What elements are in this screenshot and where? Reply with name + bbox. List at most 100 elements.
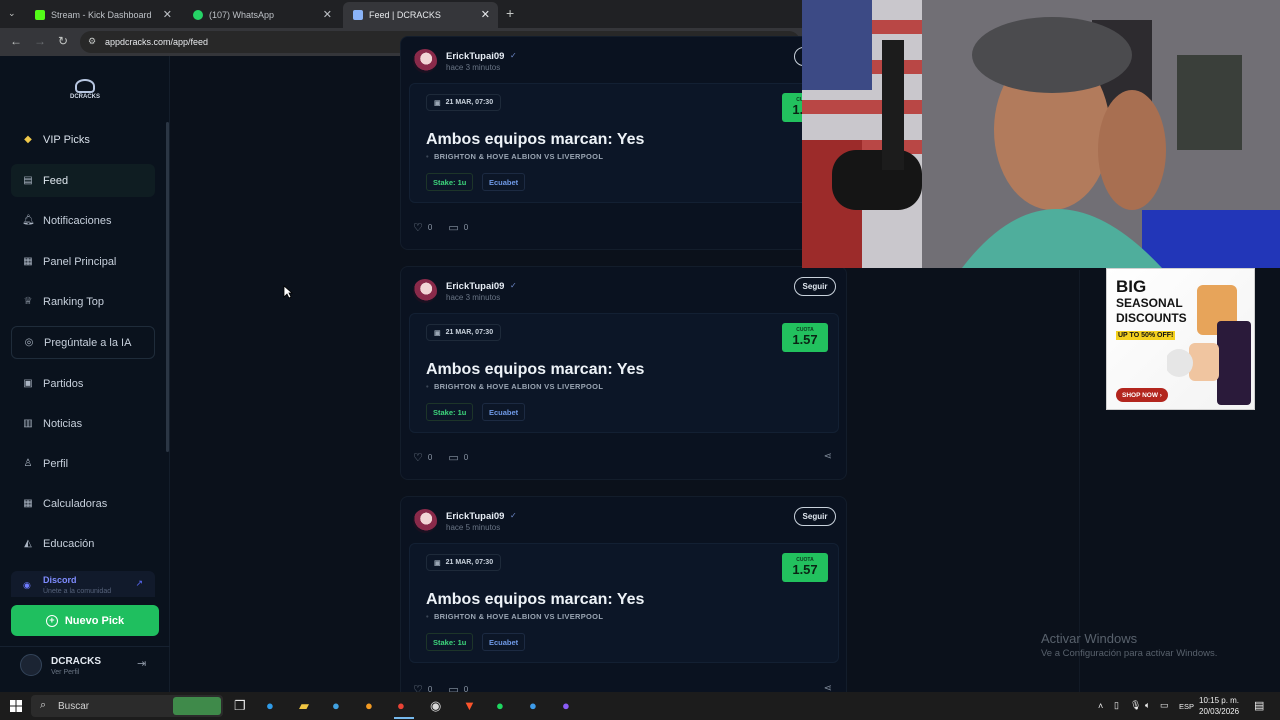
windows-activation-subtitle: Ve a Configuración para activar Windows. [1041,648,1218,659]
ad-banner[interactable]: BIG SEASONAL DISCOUNTS UP TO 50% OFF! SH… [1106,268,1255,410]
network-icon[interactable]: ▭ [1160,700,1169,711]
logout-icon[interactable]: ⇥ [137,657,146,670]
clock[interactable]: 10:15 p. m. 20/03/2026 [1199,695,1239,717]
microphone-icon[interactable]: 🎙︎ [1130,700,1141,711]
chrome-icon[interactable]: ● [397,698,405,713]
feed-post: ErickTupai09 ✓ hace 5 minutos Seguir ▣ 21… [400,496,847,692]
post-author[interactable]: ErickTupai09 [446,281,504,292]
pick-card[interactable]: ▣21 MAR, 07:30 CUOTA1.57 Ambos equipos m… [409,313,839,433]
sidebar-item-perfil[interactable]: ♙ Perfil [11,447,155,480]
language-indicator[interactable]: ESP [1179,702,1194,711]
file-explorer-icon[interactable]: ▰ [299,698,309,714]
view-profile-link[interactable]: Ver Perfil [51,669,79,676]
new-tab-icon[interactable]: + [506,5,514,21]
edge-icon[interactable]: ● [266,698,274,713]
telegram-icon[interactable]: ● [529,698,537,713]
chevron-up-icon[interactable]: ˄ [1098,701,1103,711]
discord-link[interactable]: ◉ Discord Únete a la comunidad ↗ [11,571,155,597]
shop-now-button[interactable]: SHOP NOW › [1116,388,1168,402]
shop-now-label: SHOP NOW [1122,391,1158,399]
trophy-icon: ♕ [23,296,33,307]
avatar[interactable] [413,509,437,533]
logo-text: DCRACKS [70,93,100,100]
avatar[interactable] [413,49,437,73]
odds-badge: CUOTA1.57 [782,553,828,582]
kick-icon [35,10,45,20]
site-info-icon[interactable]: ⚙ [88,36,96,47]
pick-card[interactable]: ▣21 MAR, 07:30 CUOTA1.57 Ambos equipos m… [409,543,839,663]
comment-icon[interactable]: ▭ [448,451,458,464]
tab-whatsapp[interactable]: (107) WhatsApp ✕ [183,2,340,28]
spotify-icon[interactable]: ● [496,698,504,713]
user-icon: ♙ [23,458,33,469]
user-name: DCRACKS [51,656,101,667]
follow-button[interactable]: Seguir [794,507,836,526]
firefox-icon[interactable]: ● [365,698,373,713]
follow-button[interactable]: Seguir [794,277,836,296]
sidebar-item-educacion[interactable]: ◭ Educación [11,527,155,560]
brave-icon[interactable]: ▼ [463,698,476,713]
post-author[interactable]: ErickTupai09 [446,51,504,62]
sidebar-item-noticias[interactable]: ▥ Noticias [11,407,155,440]
close-icon[interactable]: ✕ [481,8,490,21]
sidebar-item-panel-principal[interactable]: ▦ Panel Principal [11,245,155,278]
webcam-overlay [802,0,1280,268]
avatar[interactable] [413,279,437,303]
tab-kick[interactable]: Stream - Kick Dashboard ✕ [25,2,180,28]
pick-card[interactable]: ▣21 MAR, 07:30 CUOTA1.57 Ambos equipos m… [409,83,839,203]
date-text: 21 MAR, 07:30 [445,559,494,566]
tab-feed[interactable]: Feed | DCRACKS ✕ [343,2,498,28]
sidebar-item-label: Partidos [43,377,84,390]
new-pick-button[interactable]: + Nuevo Pick [11,605,159,636]
back-icon[interactable]: ← [10,34,22,48]
clock-time: 10:15 p. m. [1199,696,1240,705]
sidebar-item-label: Educación [43,537,95,550]
heart-icon[interactable]: ♡ [413,221,423,234]
discord-taskbar-icon[interactable]: ● [562,698,570,713]
heart-icon[interactable]: ♡ [413,451,423,464]
sidebar-item-ranking-top[interactable]: ♕ Ranking Top [11,285,155,318]
sidebar-item-feed[interactable]: ▤ Feed [11,164,155,197]
forward-icon[interactable]: → [34,34,46,48]
feed-post: ErickTupai09 ✓ hace 3 minutos Seguir ▣ 21… [400,266,847,480]
avatar[interactable] [20,654,42,676]
sidebar-scrollbar[interactable] [166,122,169,452]
sidebar-item-partidos[interactable]: ▣ Partidos [11,367,155,400]
share-icon[interactable]: ⋖ [824,451,832,462]
sidebar-item-notificaciones[interactable]: 🔔︎ Notificaciones [11,204,155,237]
sidebar-item-label: Panel Principal [43,255,117,268]
battery-icon[interactable]: ▯ [1114,700,1119,711]
plus-icon: + [45,614,58,627]
ad-line: BIG [1116,277,1147,296]
date-text: 21 MAR, 07:30 [445,99,494,106]
bookmaker-badge: Ecuabet [482,633,526,651]
windows-start-icon[interactable] [10,700,22,712]
clock-date: 20/03/2026 [1199,707,1240,716]
share-icon[interactable]: ⋖ [824,683,832,692]
task-view-icon[interactable]: ❐ [234,698,246,714]
tab-title: Feed | DCRACKS [369,10,441,20]
post-author[interactable]: ErickTupai09 [446,511,504,522]
taskbar-search-input[interactable]: ⌕ Buscar [31,695,223,717]
close-icon[interactable]: ✕ [323,8,332,21]
heart-icon[interactable]: ♡ [413,683,423,692]
pick-match: BRIGHTON & HOVE ALBION VS LIVERPOOL [426,152,603,161]
close-icon[interactable]: ✕ [163,8,172,21]
reload-icon[interactable]: ↻ [58,34,68,48]
sidebar-item-label: Feed [43,174,69,187]
volume-icon[interactable]: 🔈︎ [1145,700,1150,711]
obs-icon[interactable]: ◉ [430,698,441,714]
notifications-icon[interactable]: ▤ [1254,699,1264,712]
edge-dev-icon[interactable]: ● [332,698,340,713]
logo[interactable]: DCRACKS [66,74,104,104]
ad-products-image [1167,285,1251,405]
sidebar-item-vip-picks[interactable]: ◆ VIP Picks [11,123,155,156]
comment-icon[interactable]: ▭ [448,683,458,692]
sidebar-item-preguntale-ia[interactable]: ◎ Pregúntale a la IA [11,326,155,359]
tab-search-icon[interactable]: ⌄ [8,8,16,19]
sidebar-item-label: Ranking Top [43,295,104,308]
discord-title: Discord [43,575,77,585]
comment-icon[interactable]: ▭ [448,221,458,234]
sidebar-item-calculadoras[interactable]: ▦ Calculadoras [11,487,155,520]
bookmaker-badge: Ecuabet [482,403,526,421]
